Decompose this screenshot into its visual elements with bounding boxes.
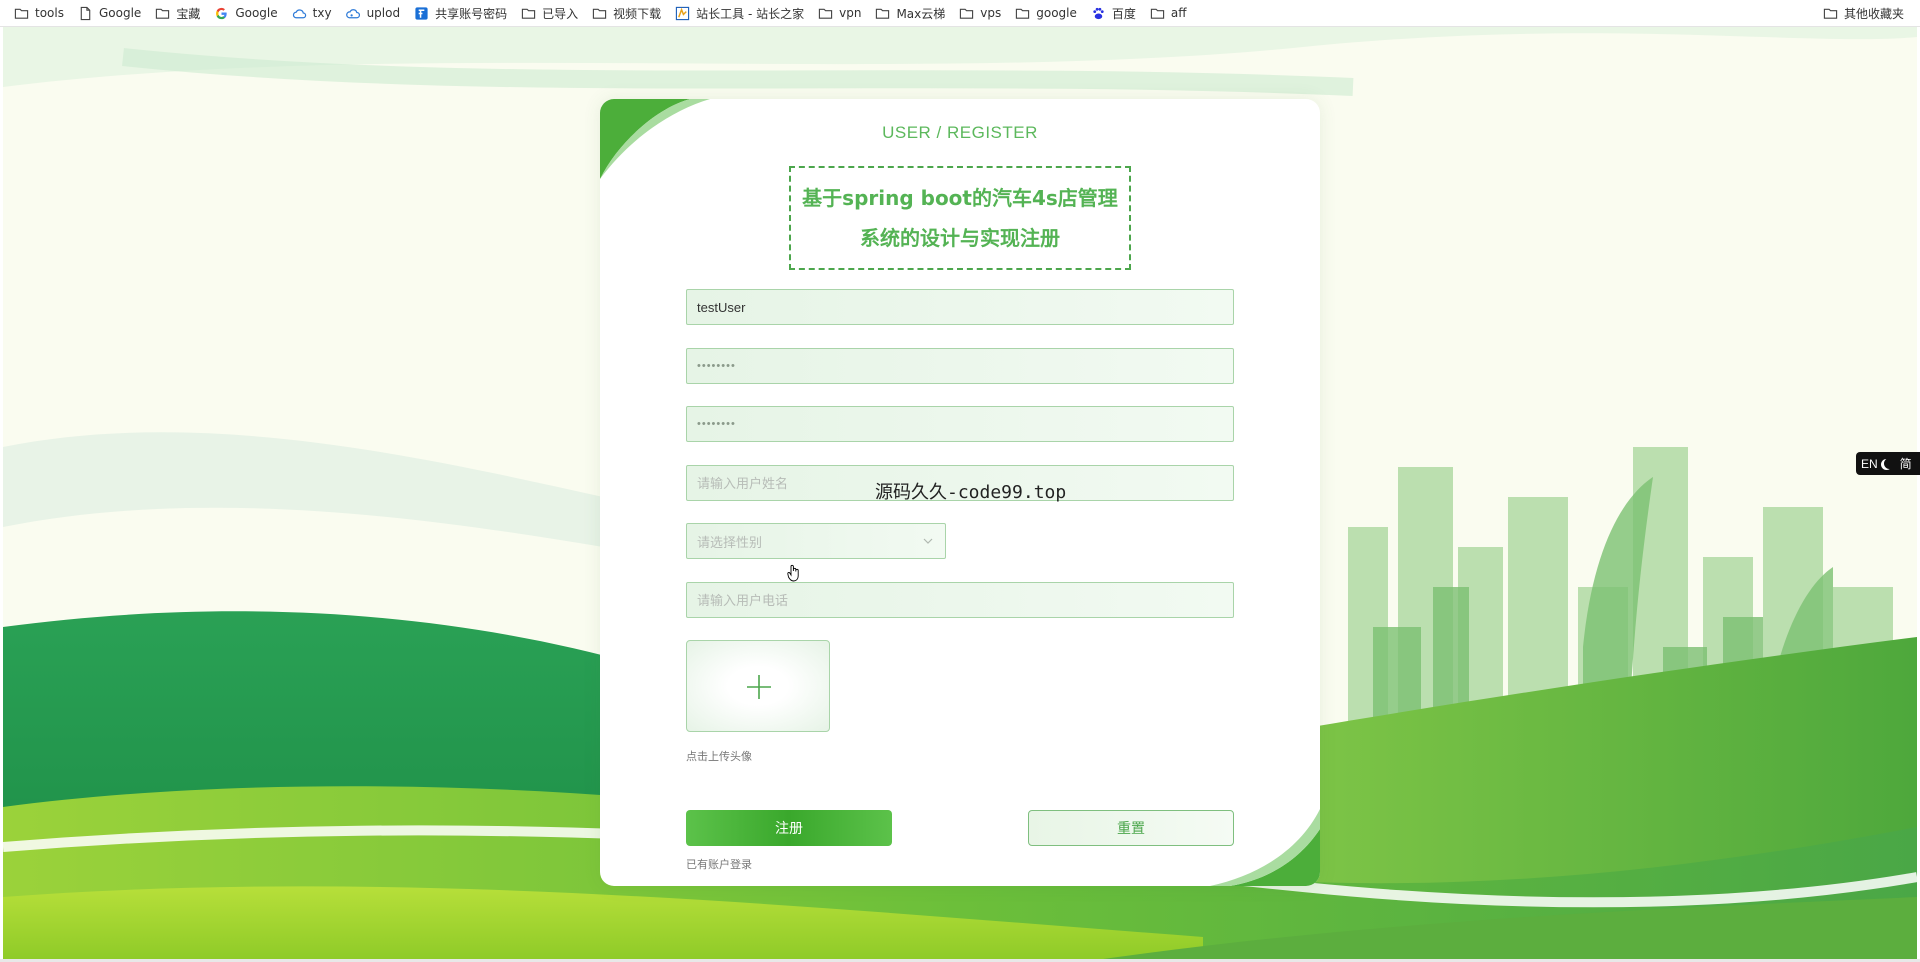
gender-select-placeholder: 请选择性别 [697,535,763,551]
moon-icon [1884,458,1895,469]
bookmark-label: 已导入 [542,6,579,21]
bookmark-baidu[interactable]: 百度 [1087,2,1140,24]
phone-field[interactable] [686,582,1234,618]
page-icon [80,6,91,20]
upload-tip: 点击上传头像 [686,750,752,763]
folder-icon [960,8,974,19]
bookmark-label: aff [1170,6,1187,20]
language-toggle[interactable]: EN 简 [1856,452,1920,475]
bookmark-other[interactable]: 其他收藏夹 [1819,2,1908,24]
bookmark-aff[interactable]: aff [1146,2,1191,24]
bookmark-label: Max云梯 [896,6,946,21]
bookmark-label: 共享账号密码 [435,6,508,21]
bookmark-label: 百度 [1111,6,1136,21]
baidu-icon [1093,7,1104,19]
bookmark-label: google [1036,6,1077,20]
bookmark-uplod[interactable]: uplod [342,2,405,24]
bookmark-label: Google [235,6,278,20]
folder-icon [1016,8,1030,19]
reset-button[interactable]: 重置 [1028,810,1234,846]
folder-icon [592,8,607,19]
watermark: 源码久久-code99.top [875,482,1067,503]
password-field[interactable] [686,348,1234,384]
bookmarks-bar: tools Google 宝藏 Google txy uplod 共享账号密码 … [0,0,1920,27]
bookmark-vps[interactable]: vps [955,2,1005,24]
bookmark-label: txy [312,6,332,20]
bookmark-google-page[interactable]: Google [74,2,145,24]
google-icon [216,7,227,19]
bookmark-tools[interactable]: tools [10,2,68,24]
chinaz-icon [675,6,690,20]
bookmark-imported[interactable]: 已导入 [517,2,582,24]
system-title: 基于spring boot的汽车4s店管理系统的设计与实现注册 [789,166,1131,270]
bookmark-label: vpn [839,6,862,20]
bookmark-max[interactable]: Max云梯 [871,2,949,24]
bookmark-label: 站长工具 - 站长之家 [696,6,805,21]
bookmark-label: vps [980,6,1002,20]
bookmark-google-folder[interactable]: google [1011,2,1081,24]
gender-select[interactable]: 请选择性别 [686,523,946,559]
hand-cursor-icon [787,564,799,582]
folder-icon [14,8,29,19]
lang-left: EN [1861,456,1878,471]
bookmark-label: 视频下载 [613,6,662,21]
bookmark-label: 宝藏 [176,6,201,21]
username-field[interactable] [686,289,1234,325]
lang-right: 简 [1899,457,1912,471]
bookmark-chinaz[interactable]: 站长工具 - 站长之家 [671,2,808,24]
folder-icon [876,8,890,19]
avatar-upload[interactable] [686,640,830,732]
folder-icon [156,8,170,19]
app-icon [415,6,428,20]
login-link[interactable]: 已有账户登录 [686,856,752,872]
folder-icon [818,8,833,19]
bookmark-label: Google [98,6,142,20]
plus-icon [747,675,771,699]
bookmark-shared-accounts[interactable]: 共享账号密码 [410,2,511,24]
bookmark-google[interactable]: Google [210,2,281,24]
bookmark-vpn[interactable]: vpn [814,2,865,24]
bookmark-txy[interactable]: txy [288,2,336,24]
bookmark-label: uplod [366,6,401,20]
register-button[interactable]: 注册 [686,810,892,846]
folder-icon [1150,8,1165,19]
bookmark-video-download[interactable]: 视频下载 [588,2,665,24]
bookmark-label: 其他收藏夹 [1843,6,1904,21]
cloud-icon [292,8,306,18]
chevron-down-icon [923,538,933,544]
confirm-password-field[interactable] [686,406,1234,442]
bookmark-label: tools [35,6,64,20]
system-title-text: 基于spring boot的汽车4s店管理系统的设计与实现注册 [802,186,1118,250]
folder-icon [1823,8,1838,19]
bookmark-baozang[interactable]: 宝藏 [151,2,204,24]
cloud-icon [345,8,360,18]
register-heading: USER / REGISTER [882,123,1038,142]
folder-icon [521,8,536,19]
